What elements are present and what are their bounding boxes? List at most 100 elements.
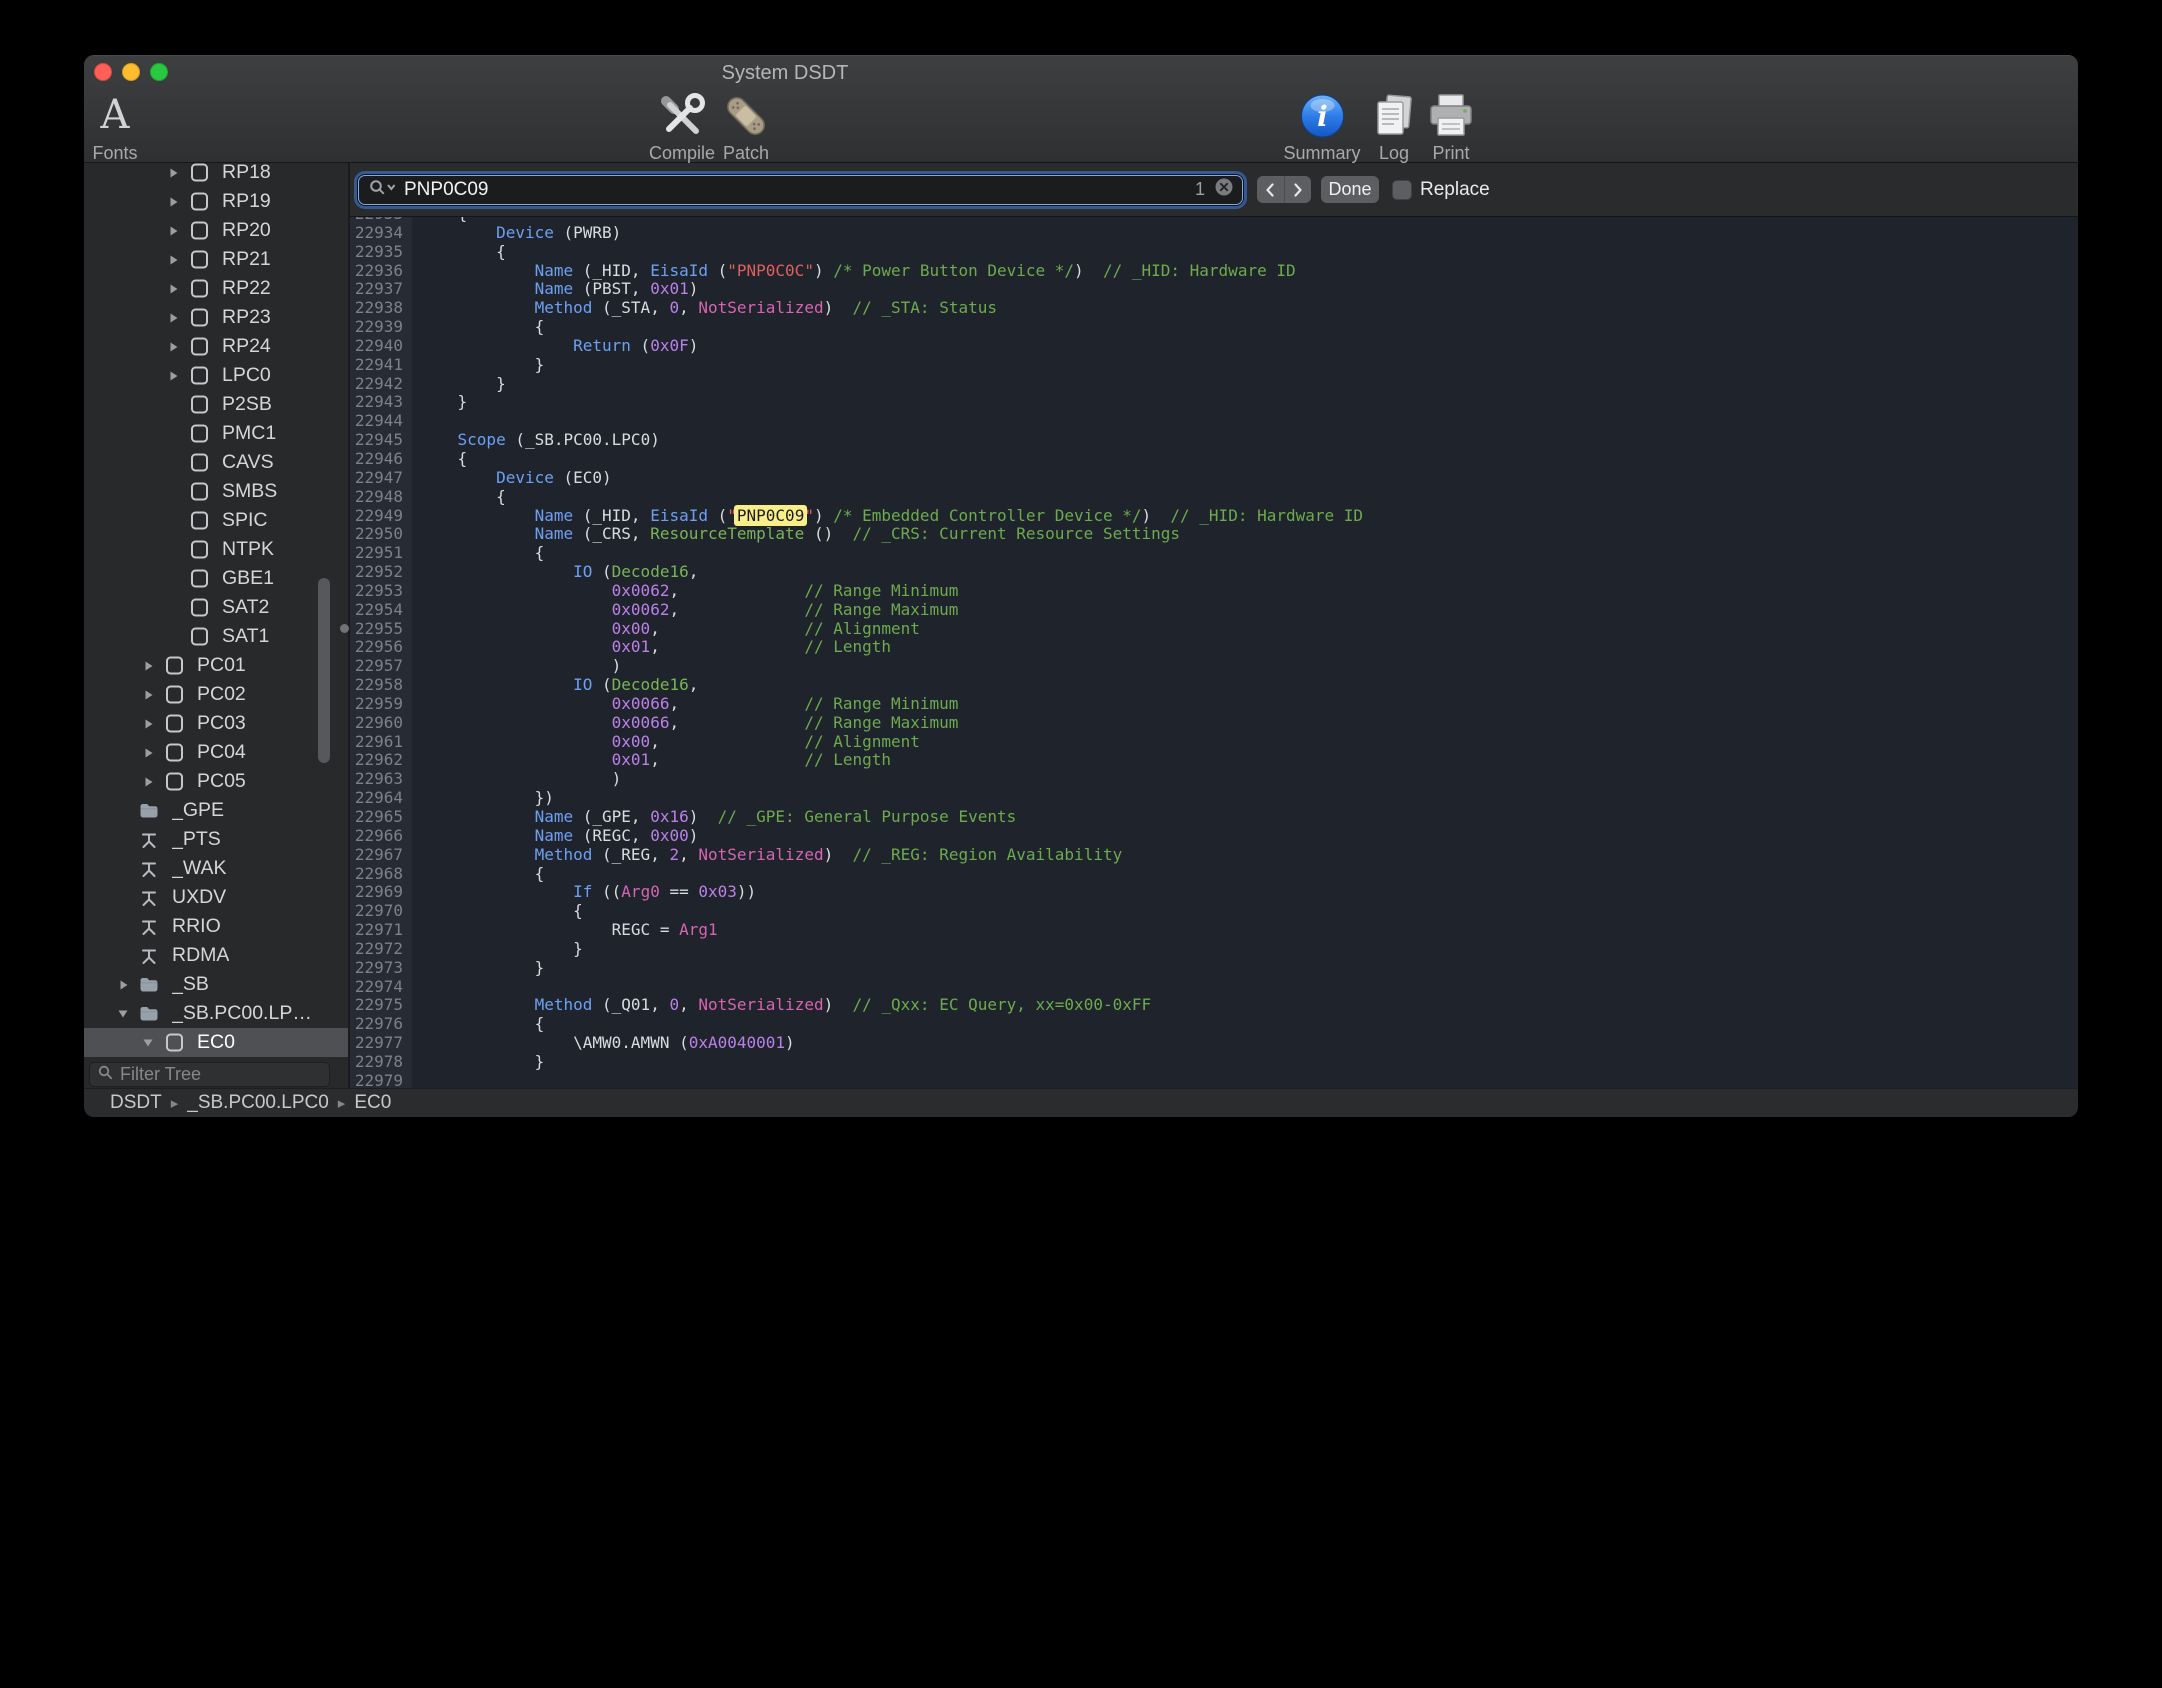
tree-item-label: _GPE	[172, 799, 224, 822]
close-button[interactable]	[94, 63, 112, 81]
tree-item-pc04[interactable]: PC04	[84, 738, 348, 767]
device-icon	[186, 510, 212, 531]
print-button[interactable]: Print	[1427, 91, 1475, 164]
code-text: 0x00, // Alignment	[412, 620, 920, 639]
tree-item-_sb[interactable]: _SB	[84, 970, 348, 999]
code-text: }	[412, 393, 467, 412]
tree-item-p2sb[interactable]: P2SB	[84, 390, 348, 419]
tree-item-sat1[interactable]: SAT1	[84, 622, 348, 651]
disclosure-triangle[interactable]	[110, 979, 136, 991]
tree-item-pmc1[interactable]: PMC1	[84, 419, 348, 448]
tree-item-_gpe[interactable]: _GPE	[84, 796, 348, 825]
disclosure-triangle[interactable]	[135, 718, 161, 730]
code-line: 22965 Name (_GPE, 0x16) // _GPE: General…	[350, 808, 2078, 827]
tree-item-rp21[interactable]: RP21	[84, 245, 348, 274]
tree-item-_pts[interactable]: _PTS	[84, 825, 348, 854]
line-number: 22956	[350, 638, 412, 657]
tree-item-sat2[interactable]: SAT2	[84, 593, 348, 622]
filter-tree-field[interactable]	[89, 1062, 330, 1087]
tree-item-spic[interactable]: SPIC	[84, 506, 348, 535]
disclosure-triangle[interactable]	[160, 283, 186, 295]
disclosure-triangle[interactable]	[160, 254, 186, 266]
tree-item-_wak[interactable]: _WAK	[84, 854, 348, 883]
code-line: 22966 Name (REGC, 0x00)	[350, 827, 2078, 846]
breadcrumb-item[interactable]: _SB.PC00.LPC0	[187, 1092, 329, 1114]
tree-item-_sb.pc00.lp…[interactable]: _SB.PC00.LP…	[84, 999, 348, 1028]
clear-search-icon[interactable]	[1214, 177, 1234, 202]
replace-checkbox[interactable]	[1392, 180, 1412, 200]
zoom-button[interactable]	[150, 63, 168, 81]
disclosure-triangle[interactable]	[135, 1037, 161, 1048]
disclosure-triangle[interactable]	[135, 747, 161, 759]
app-window: System DSDT A Fonts Compile	[84, 55, 2078, 1117]
method-icon	[136, 888, 162, 908]
tree-item-label: P2SB	[222, 393, 272, 416]
patch-button[interactable]: Patch	[722, 91, 770, 164]
tree-item-rp22[interactable]: RP22	[84, 274, 348, 303]
tree-item-rdma[interactable]: RDMA	[84, 941, 348, 970]
line-number: 22939	[350, 318, 412, 337]
print-label: Print	[1432, 143, 1469, 164]
titlebar-toolbar: System DSDT A Fonts Compile	[84, 55, 2078, 163]
fonts-icon: A	[101, 91, 130, 140]
tree-item-ec0[interactable]: EC0	[84, 1028, 348, 1057]
tree-item-pc05[interactable]: PC05	[84, 767, 348, 796]
code-text	[412, 1072, 419, 1088]
code-line: 22968 {	[350, 865, 2078, 884]
disclosure-triangle[interactable]	[160, 167, 186, 179]
compile-button[interactable]: Compile	[649, 91, 715, 164]
minimize-button[interactable]	[122, 63, 140, 81]
log-button[interactable]: Log	[1372, 91, 1416, 164]
code-line: 22969 If ((Arg0 == 0x03))	[350, 883, 2078, 902]
pane-splitter-handle[interactable]	[340, 624, 349, 633]
tree-item-pc03[interactable]: PC03	[84, 709, 348, 738]
done-button[interactable]: Done	[1321, 176, 1379, 203]
code-line: 22954 0x0062, // Range Maximum	[350, 601, 2078, 620]
code-text: {	[412, 1015, 544, 1034]
tree-item-rp18[interactable]: RP18	[84, 163, 348, 187]
tree-item-rp20[interactable]: RP20	[84, 216, 348, 245]
tree-item-uxdv[interactable]: UXDV	[84, 883, 348, 912]
tree-item-lpc0[interactable]: LPC0	[84, 361, 348, 390]
line-number: 22963	[350, 770, 412, 789]
disclosure-triangle[interactable]	[110, 1008, 136, 1019]
status-bar: DSDT▸_SB.PC00.LPC0▸EC0	[84, 1088, 2078, 1117]
fonts-button[interactable]: A Fonts	[92, 91, 137, 164]
code-editor[interactable]: 22933 {22934 Device (PWRB)22935 {22936 N…	[350, 217, 2078, 1088]
tree-item-ntpk[interactable]: NTPK	[84, 535, 348, 564]
tree-item-rp19[interactable]: RP19	[84, 187, 348, 216]
find-search-input[interactable]	[404, 179, 1195, 201]
code-text: Device (EC0)	[412, 469, 612, 488]
find-previous-button[interactable]	[1257, 176, 1285, 203]
tree-item-pc01[interactable]: PC01	[84, 651, 348, 680]
code-line: 22956 0x01, // Length	[350, 638, 2078, 657]
sidebar-scrollbar-thumb[interactable]	[318, 578, 330, 763]
breadcrumb-item[interactable]: DSDT	[110, 1092, 162, 1114]
replace-label[interactable]: Replace	[1420, 179, 1490, 201]
code-line: 22952 IO (Decode16,	[350, 563, 2078, 582]
filter-tree-input[interactable]	[120, 1064, 352, 1085]
disclosure-triangle[interactable]	[135, 776, 161, 788]
disclosure-triangle[interactable]	[160, 312, 186, 324]
summary-button[interactable]: i Summary	[1283, 91, 1360, 164]
disclosure-triangle[interactable]	[160, 225, 186, 237]
disclosure-triangle[interactable]	[160, 196, 186, 208]
disclosure-triangle[interactable]	[160, 341, 186, 353]
find-search-field[interactable]: 1	[358, 175, 1243, 205]
tree-item-rp24[interactable]: RP24	[84, 332, 348, 361]
tree-item-pc02[interactable]: PC02	[84, 680, 348, 709]
code-text: Name (_CRS, ResourceTemplate () // _CRS:…	[412, 525, 1180, 544]
breadcrumb-item[interactable]: EC0	[354, 1092, 391, 1114]
search-menu-icon[interactable]	[369, 179, 396, 200]
code-text: {	[412, 243, 506, 262]
tree-item-rp23[interactable]: RP23	[84, 303, 348, 332]
tree-item-cavs[interactable]: CAVS	[84, 448, 348, 477]
tree-item-gbe1[interactable]: GBE1	[84, 564, 348, 593]
find-next-button[interactable]	[1285, 176, 1312, 203]
tree-item-smbs[interactable]: SMBS	[84, 477, 348, 506]
disclosure-triangle[interactable]	[160, 370, 186, 382]
disclosure-triangle[interactable]	[135, 689, 161, 701]
tree-item-rrio[interactable]: RRIO	[84, 912, 348, 941]
disclosure-triangle[interactable]	[135, 660, 161, 672]
tree-item-label: PC02	[197, 683, 246, 706]
